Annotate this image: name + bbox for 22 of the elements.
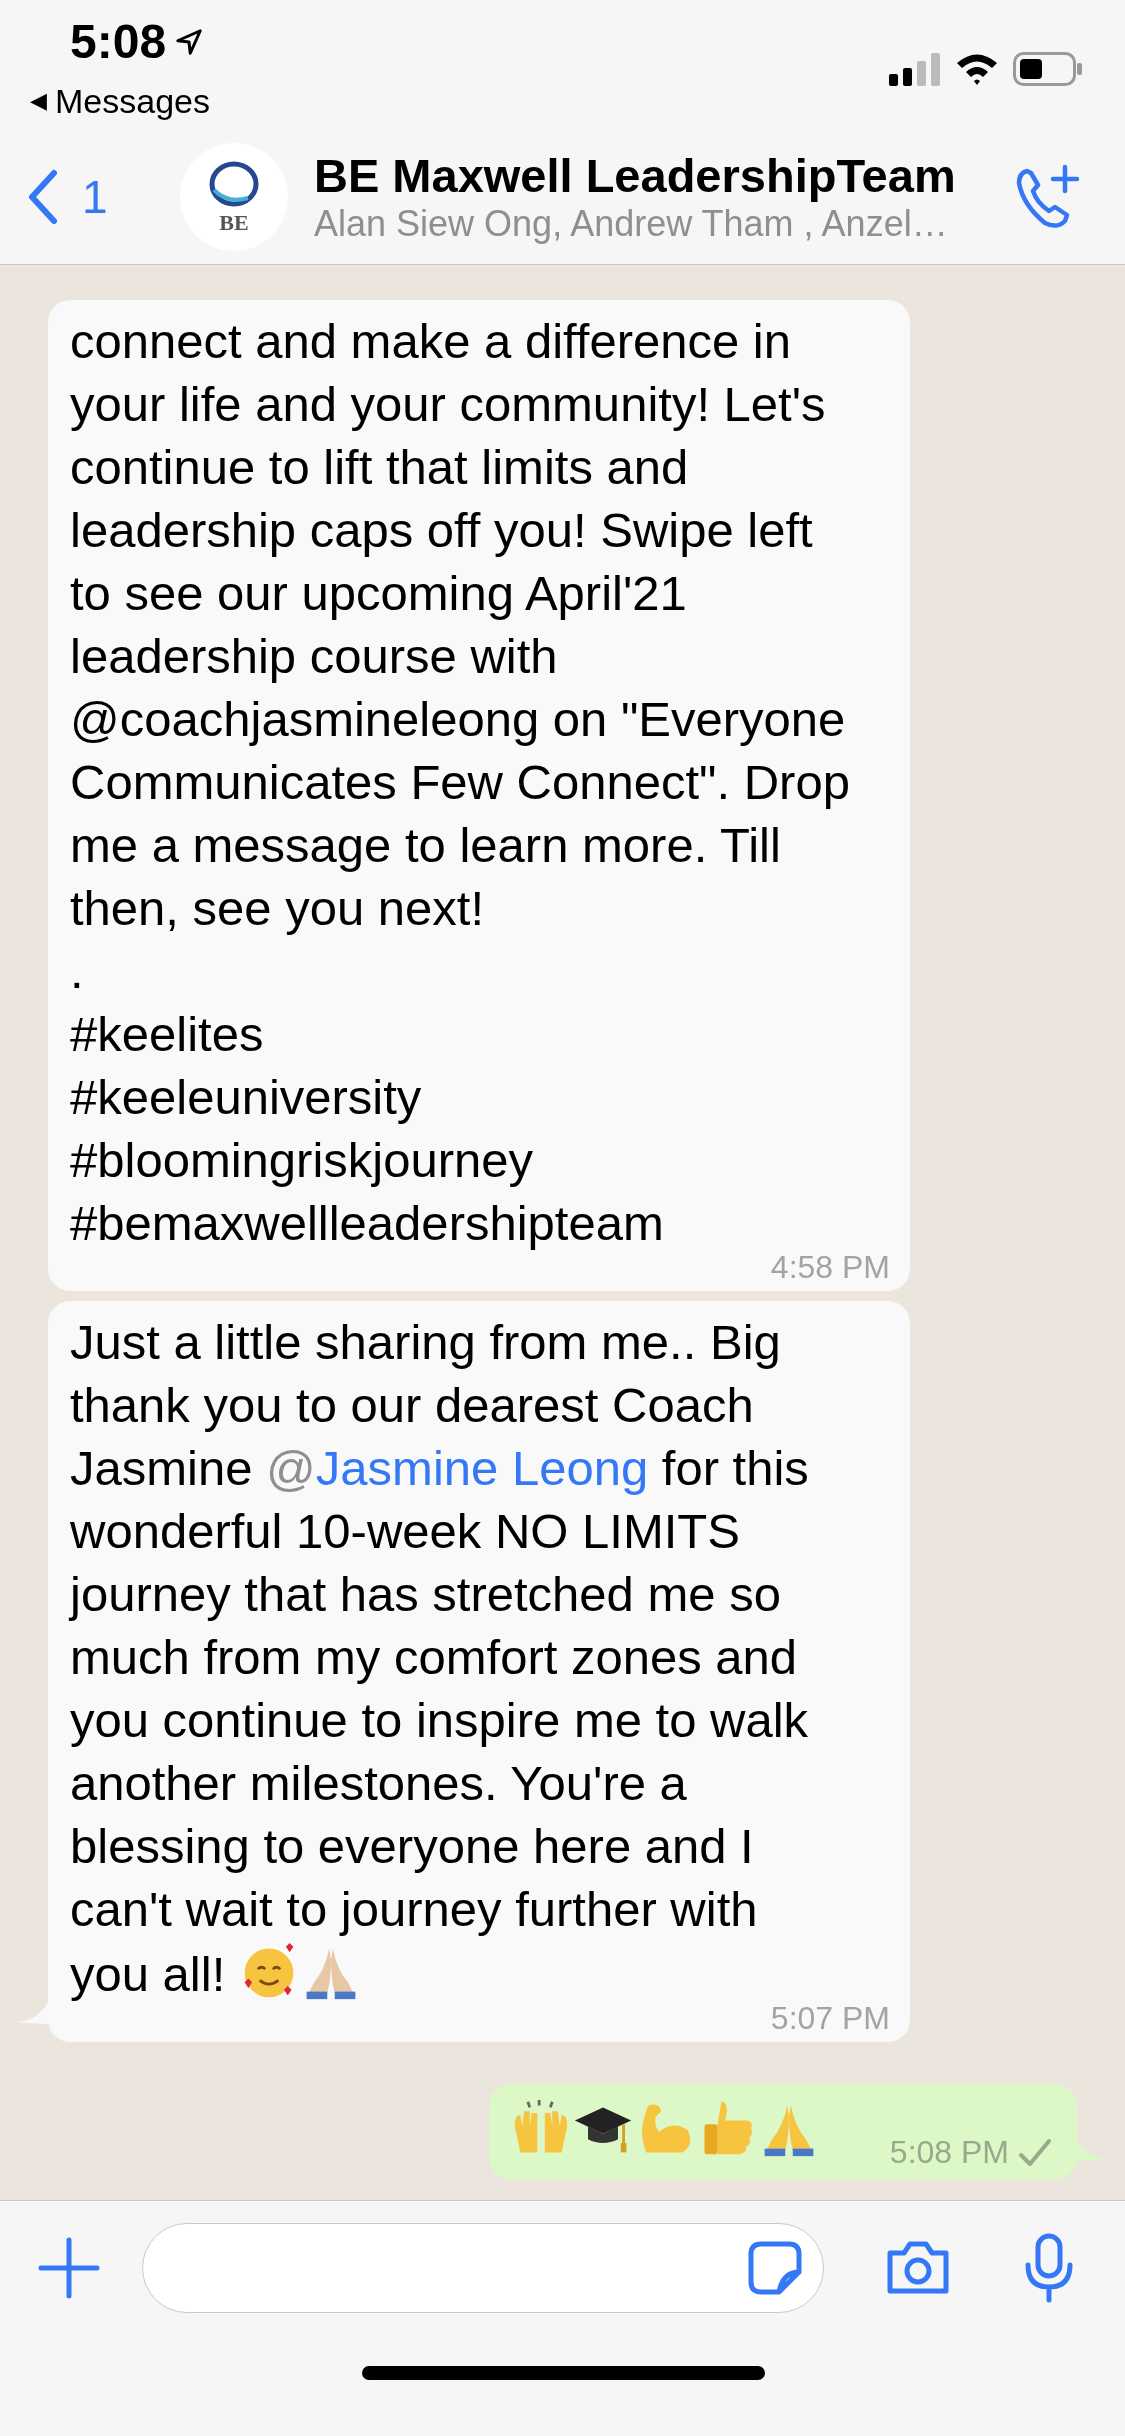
- sticker-icon[interactable]: [747, 2240, 803, 2296]
- message-time: 5:08 PM: [889, 2136, 1009, 2168]
- battery-icon: [1013, 52, 1083, 86]
- back-arrow-icon[interactable]: ◀: [30, 90, 47, 112]
- message-time: 4:58 PM: [770, 1251, 890, 1283]
- wifi-icon: [955, 52, 999, 86]
- unread-count[interactable]: 1: [82, 162, 162, 232]
- logo-text: BE: [219, 212, 249, 234]
- back-to-app-link[interactable]: Messages: [55, 84, 210, 118]
- add-icon[interactable]: [38, 2237, 100, 2299]
- back-chevron-icon[interactable]: [26, 169, 60, 225]
- group-avatar[interactable]: BE: [180, 143, 288, 251]
- message-text: connect and make a difference in your life and your community! Let's continue to lift that limits and leadership caps off you! Swipe left to see our upcoming April'21 leadership course with @coachjasmineleong on "Everyone Communicates Few Connect". Drop me a message to learn more. Till then, see you next! . #keelites #keeleuniversity #bloomingriskjourney #bemaxwellleadershipteam: [70, 313, 851, 1252]
- status-time: 5:08: [70, 18, 167, 66]
- mention-link[interactable]: @Jasmine Leong: [266, 1441, 649, 1495]
- chat-title[interactable]: BE Maxwell LeadershipTeam: [314, 149, 1013, 203]
- ring-logo-icon: [208, 160, 260, 208]
- location-arrow-icon: [174, 27, 205, 57]
- message-text: Just a little sharing from me.. Big thank you to our dearest Coach Jasmine @Jasmine Leong for this wonderful 10-week NO LIMITS journey that has stretched me so much from my comfort zones and you continue to inspire me to walk another milestones. You're a blessing to everyone here and I can't wait to journey further with you all!: [70, 1314, 810, 2003]
- message-time: 5:07 PM: [770, 2002, 890, 2034]
- microphone-icon[interactable]: [1024, 2233, 1074, 2303]
- signal-icon: [889, 52, 941, 86]
